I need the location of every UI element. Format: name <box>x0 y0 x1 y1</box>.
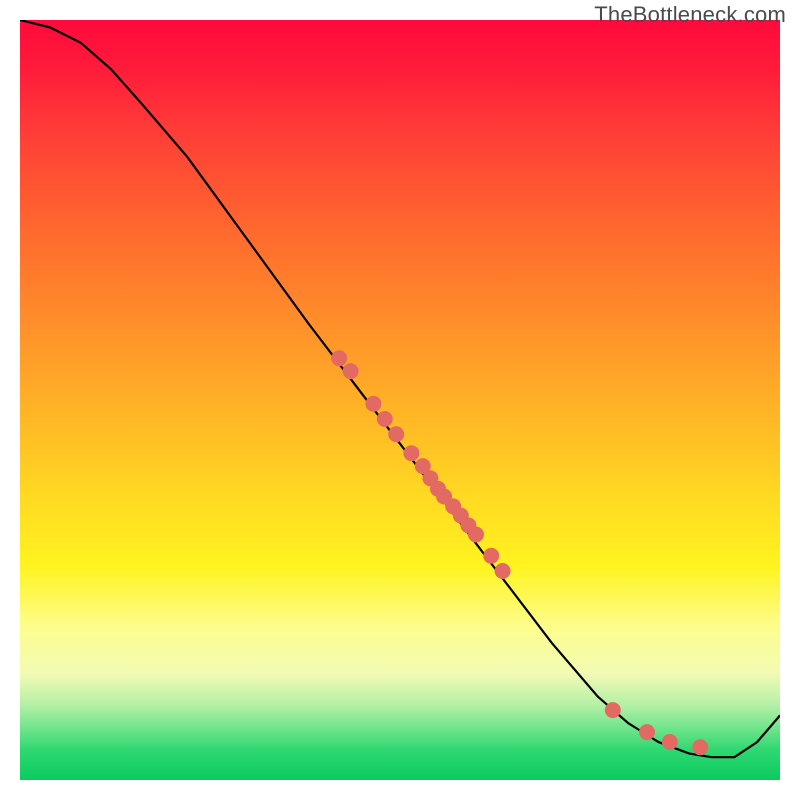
sample-point <box>365 396 381 412</box>
sample-point <box>662 734 678 750</box>
sample-point <box>483 548 499 564</box>
sample-point <box>388 426 404 442</box>
sample-point <box>605 702 621 718</box>
sample-point <box>639 724 655 740</box>
sample-point <box>343 363 359 379</box>
scatter-group <box>331 350 708 755</box>
chart-overlay <box>20 20 780 780</box>
sample-point <box>468 527 484 543</box>
chart-container: TheBottleneck.com <box>0 0 800 800</box>
sample-point <box>495 563 511 579</box>
sample-point <box>692 739 708 755</box>
bottleneck-curve <box>20 20 780 757</box>
sample-point <box>377 411 393 427</box>
sample-point <box>331 350 347 366</box>
watermark-label: TheBottleneck.com <box>594 2 786 28</box>
sample-point <box>403 445 419 461</box>
